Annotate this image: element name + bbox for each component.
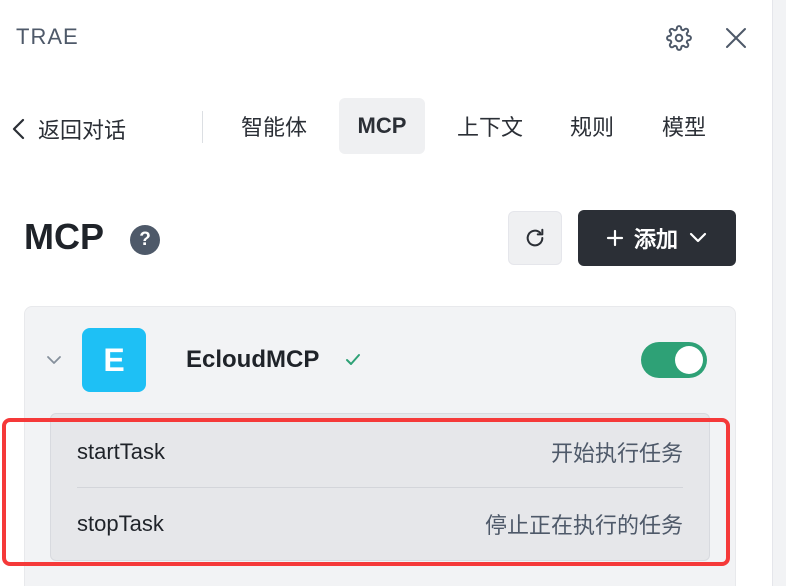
chevron-down-icon bbox=[47, 356, 61, 364]
chevron-down-icon bbox=[689, 232, 707, 243]
tool-row[interactable]: startTask 开始执行任务 bbox=[77, 416, 683, 488]
tab-models[interactable]: 模型 bbox=[648, 98, 720, 154]
tool-row[interactable]: stopTask 停止正在执行的任务 bbox=[77, 488, 683, 560]
tool-list: startTask 开始执行任务 stopTask 停止正在执行的任务 bbox=[50, 413, 710, 561]
window-edge bbox=[772, 0, 786, 586]
page-title: MCP bbox=[24, 216, 104, 257]
refresh-button[interactable] bbox=[508, 211, 562, 265]
refresh-icon bbox=[526, 228, 544, 247]
settings-button[interactable] bbox=[663, 22, 695, 54]
collapse-toggle[interactable] bbox=[44, 350, 64, 370]
tab-rules[interactable]: 规则 bbox=[556, 98, 628, 154]
tool-description: 停止正在执行的任务 bbox=[484, 513, 683, 538]
add-label: 添加 bbox=[633, 227, 678, 252]
server-name: EcloudMCP bbox=[186, 346, 320, 373]
close-button[interactable] bbox=[720, 22, 752, 54]
tool-name: stopTask bbox=[77, 511, 164, 536]
plus-icon bbox=[606, 229, 624, 247]
check-icon bbox=[346, 354, 360, 365]
toggle-knob bbox=[675, 346, 703, 374]
tool-name: startTask bbox=[77, 438, 166, 464]
nav-divider bbox=[202, 111, 203, 143]
tab-context[interactable]: 上下文 bbox=[444, 98, 536, 154]
add-server-button[interactable]: 添加 bbox=[578, 210, 736, 266]
server-logo: E bbox=[82, 328, 146, 392]
tool-description: 开始执行任务 bbox=[550, 440, 683, 466]
tab-mcp[interactable]: MCP bbox=[339, 98, 425, 154]
back-label: 返回对话 bbox=[38, 118, 127, 143]
chevron-left-icon bbox=[12, 118, 25, 140]
gear-icon bbox=[666, 25, 692, 51]
tab-agents[interactable]: 智能体 bbox=[228, 98, 320, 154]
help-icon[interactable]: ? bbox=[130, 225, 160, 255]
app-title: TRAE bbox=[16, 24, 79, 49]
mcp-settings-panel: TRAE 返回对话 智能体 MCP 上下文 规则 模型 MCP ? 添加 E E… bbox=[0, 0, 772, 586]
close-icon bbox=[726, 28, 746, 48]
back-to-chat-button[interactable]: 返回对话 bbox=[10, 107, 126, 151]
server-enable-toggle[interactable] bbox=[641, 342, 707, 378]
